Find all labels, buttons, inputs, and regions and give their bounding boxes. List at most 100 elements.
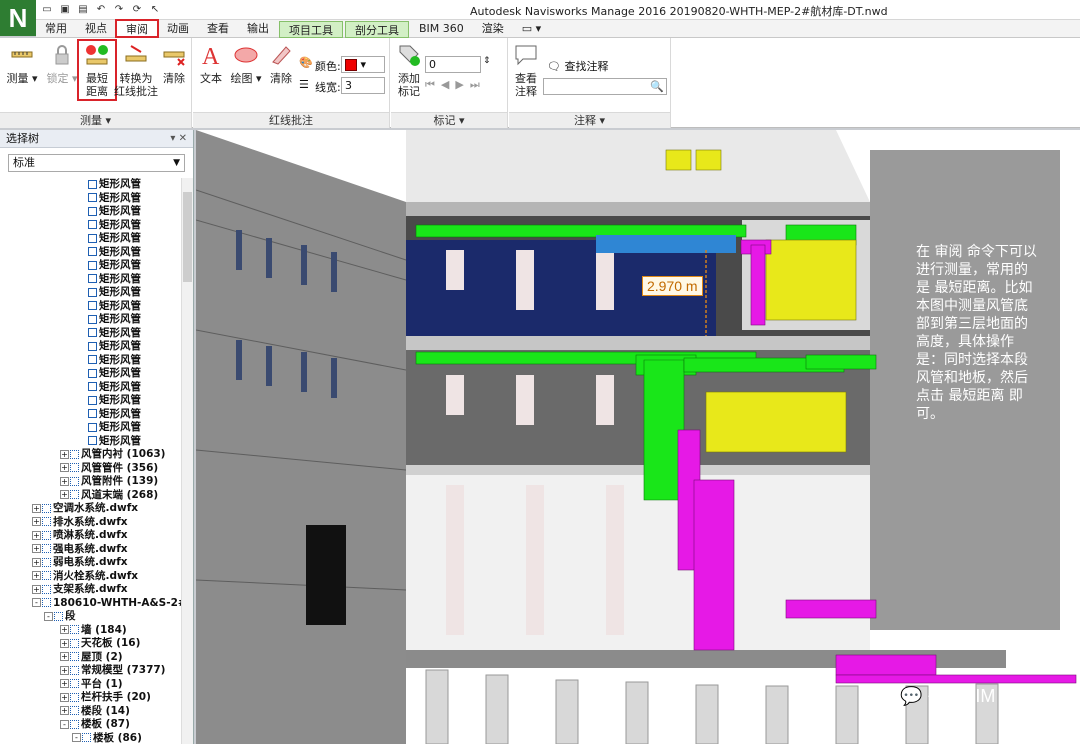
- linewidth-input[interactable]: 3: [341, 77, 385, 94]
- tree-row[interactable]: 矩形风管: [4, 327, 182, 341]
- expand-icon[interactable]: +: [60, 476, 69, 486]
- expand-icon[interactable]: +: [60, 652, 69, 661]
- measure-button[interactable]: 测量 ▾: [4, 42, 40, 85]
- collapse-icon[interactable]: -: [60, 719, 69, 729]
- measure-panel-title[interactable]: 测量 ▾: [0, 112, 191, 128]
- scrollbar-thumb[interactable]: [183, 192, 192, 282]
- color-select[interactable]: ▾: [341, 56, 385, 73]
- select-icon[interactable]: ↖: [148, 3, 162, 16]
- tree-row[interactable]: -段: [4, 610, 182, 624]
- tree-row[interactable]: 矩形风管: [4, 354, 182, 368]
- tree-row[interactable]: 矩形风管: [4, 381, 182, 395]
- tab-review[interactable]: 审阅: [115, 19, 159, 38]
- tab-view[interactable]: 查看: [198, 20, 238, 37]
- collapse-icon[interactable]: -: [44, 611, 53, 621]
- expand-icon[interactable]: +: [32, 503, 41, 513]
- tree-row[interactable]: 矩形风管: [4, 273, 182, 287]
- expand-icon[interactable]: +: [32, 544, 41, 553]
- tree-row[interactable]: - 楼板 (86): [4, 732, 182, 744]
- open-icon[interactable]: ▭: [40, 3, 54, 16]
- tree-row[interactable]: 矩形风管: [4, 313, 182, 327]
- expand-icon[interactable]: +: [60, 679, 69, 688]
- tree-row[interactable]: + 屋顶 (2): [4, 651, 182, 665]
- tree-row[interactable]: + 墙 (184): [4, 624, 182, 638]
- clear-measure-button[interactable]: 清除: [158, 42, 190, 85]
- tree-row[interactable]: 矩形风管: [4, 178, 182, 192]
- tab-item-tools[interactable]: 项目工具: [279, 21, 343, 38]
- save-icon[interactable]: ▣: [58, 3, 72, 16]
- tree-row[interactable]: 矩形风管: [4, 367, 182, 381]
- tree-row[interactable]: + 天花板 (16): [4, 637, 182, 651]
- tree-mode-select[interactable]: 标准 ▼: [8, 154, 185, 172]
- 3d-viewport[interactable]: 2.970 m 在 审阅 命令下可以进行测量，常用的是 最短距离。比如本图中测量…: [196, 130, 1080, 744]
- tree-row[interactable]: + 楼段 (14): [4, 705, 182, 719]
- tree-row[interactable]: 矩形风管: [4, 192, 182, 206]
- tree-row[interactable]: 矩形风管: [4, 205, 182, 219]
- find-comments-input[interactable]: 🔍: [543, 78, 667, 95]
- tag-id-input[interactable]: 0: [425, 56, 481, 73]
- expand-icon[interactable]: +: [32, 530, 41, 540]
- tree-row[interactable]: 矩形风管: [4, 246, 182, 260]
- tab-home[interactable]: 常用: [36, 20, 76, 37]
- tree-row[interactable]: + 栏杆扶手 (20): [4, 691, 182, 705]
- shortest-distance-button[interactable]: 最短 距离: [77, 39, 117, 101]
- draw-button[interactable]: 绘图 ▾: [229, 42, 263, 85]
- expand-icon[interactable]: +: [32, 584, 41, 594]
- tree-row[interactable]: + 排水系统.dwfx: [4, 516, 182, 530]
- app-logo[interactable]: N: [0, 0, 36, 36]
- convert-redline-button[interactable]: 转换为 红线批注: [114, 42, 158, 98]
- tree-row[interactable]: + 强电系统.dwfx: [4, 543, 182, 557]
- tree-row[interactable]: 矩形风管: [4, 219, 182, 233]
- refresh-icon[interactable]: ⟳: [130, 3, 144, 16]
- tree-row[interactable]: 矩形风管: [4, 300, 182, 314]
- expand-icon[interactable]: +: [60, 490, 69, 499]
- tree-row[interactable]: 矩形风管: [4, 286, 182, 300]
- tab-section-tools[interactable]: 剖分工具: [345, 21, 409, 38]
- tree-row[interactable]: + 风管内衬 (1063): [4, 448, 182, 462]
- tab-output[interactable]: 输出: [238, 20, 278, 37]
- lock-button[interactable]: 锁定 ▾: [44, 42, 80, 85]
- tree-row[interactable]: 矩形风管: [4, 394, 182, 408]
- expand-icon[interactable]: +: [60, 638, 69, 648]
- undo-icon[interactable]: ↶: [94, 3, 108, 16]
- spinner-icon[interactable]: ⇕: [483, 56, 491, 66]
- tree-row[interactable]: + 平台 (1): [4, 678, 182, 692]
- expand-icon[interactable]: +: [60, 706, 69, 715]
- tree-row[interactable]: + 常规模型 (7377): [4, 664, 182, 678]
- tab-animation[interactable]: 动画: [158, 20, 198, 37]
- tree-row[interactable]: - 楼板 (87): [4, 718, 182, 732]
- tree-row[interactable]: + 风道末端 (268): [4, 489, 182, 503]
- redo-icon[interactable]: ↷: [112, 3, 126, 16]
- tag-nav-icons[interactable]: ⏮◀▶⏭: [425, 78, 486, 92]
- selection-tree[interactable]: 矩形风管 矩形风管 矩形风管 矩形风管 矩形风管 矩形风管 矩形风管 矩形风管 矩形风管 矩形风管…: [4, 178, 182, 744]
- tab-bim360[interactable]: BIM 360: [410, 20, 473, 37]
- find-comments-button[interactable]: 🗨 查找注释: [547, 58, 608, 74]
- tree-row[interactable]: + 支架系统.dwfx: [4, 583, 182, 597]
- tree-row[interactable]: + 消火栓系统.dwfx: [4, 570, 182, 584]
- tree-row[interactable]: 矩形风管: [4, 232, 182, 246]
- expand-icon[interactable]: +: [32, 517, 41, 526]
- view-comments-button[interactable]: 查看 注释: [511, 42, 541, 98]
- tree-row[interactable]: + 风管附件 (139): [4, 475, 182, 489]
- expand-icon[interactable]: +: [32, 571, 41, 580]
- print-icon[interactable]: ▤: [76, 3, 90, 16]
- tree-row[interactable]: 矩形风管: [4, 408, 182, 422]
- tree-row[interactable]: + 风管管件 (356): [4, 462, 182, 476]
- expand-icon[interactable]: +: [60, 625, 69, 634]
- tab-viewpoint[interactable]: 视点: [76, 20, 116, 37]
- tree-row[interactable]: 矩形风管: [4, 421, 182, 435]
- collapse-icon[interactable]: -: [32, 598, 41, 607]
- panel-controls-icon[interactable]: ▾ ✕: [170, 130, 187, 148]
- text-button[interactable]: A 文本: [197, 42, 225, 85]
- clear-redline-button[interactable]: 清除: [267, 42, 295, 85]
- expand-icon[interactable]: +: [32, 557, 41, 567]
- expand-icon[interactable]: +: [60, 463, 69, 472]
- tab-render[interactable]: 渲染: [473, 20, 513, 37]
- tree-row[interactable]: 矩形风管: [4, 435, 182, 449]
- tree-row[interactable]: 矩形风管: [4, 259, 182, 273]
- tree-scrollbar[interactable]: [181, 178, 193, 744]
- search-icon[interactable]: 🔍: [650, 79, 664, 94]
- expand-icon[interactable]: +: [60, 665, 69, 675]
- collapse-icon[interactable]: -: [72, 733, 81, 742]
- expand-icon[interactable]: +: [60, 692, 69, 702]
